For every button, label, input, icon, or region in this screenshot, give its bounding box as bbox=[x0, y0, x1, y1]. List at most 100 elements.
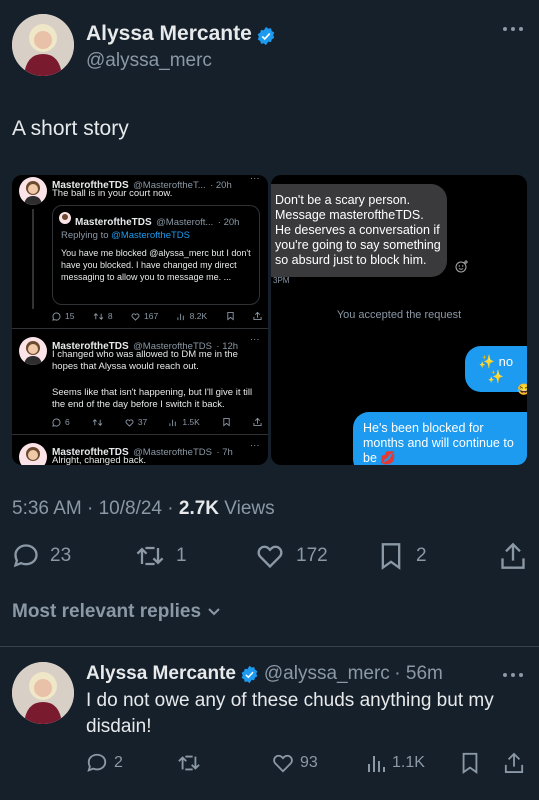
reply-author-avatar[interactable] bbox=[12, 662, 74, 724]
t2-views-metric: 1.5K bbox=[169, 417, 200, 427]
chevron-down-icon bbox=[208, 608, 220, 616]
t2-share-icon bbox=[253, 417, 262, 427]
tds-avatar-3 bbox=[19, 443, 47, 465]
reply-time[interactable]: · 56m bbox=[394, 663, 443, 684]
heart-icon bbox=[257, 545, 283, 569]
t1-views: 8.2K bbox=[189, 311, 208, 321]
t2-views: 1.5K bbox=[182, 417, 200, 427]
avatar-photo bbox=[12, 662, 74, 724]
like-button[interactable]: 172 bbox=[256, 542, 328, 570]
tweet1-time: · 20h bbox=[210, 180, 232, 191]
reply-button[interactable]: 23 bbox=[12, 542, 71, 570]
reply-header: Alyssa Mercante @alyssa_merc · 56m bbox=[86, 663, 443, 685]
reply-views-count: 1.1K bbox=[392, 754, 425, 771]
t1-reply-metric: 15 bbox=[52, 311, 74, 321]
thread-line bbox=[32, 209, 34, 309]
share-icon bbox=[501, 542, 525, 569]
views-label: Views bbox=[219, 498, 275, 519]
tweet1-metrics: 15 8 167 8.2K bbox=[52, 311, 262, 321]
repost-count: 1 bbox=[176, 545, 187, 566]
t2-reply-metric: 6 bbox=[52, 417, 70, 427]
author-name-row: Alyssa Mercante bbox=[86, 22, 276, 46]
t2-likes: 37 bbox=[137, 417, 148, 427]
quoted-tweet: MasteroftheTDS @Masteroft... · 20h Reply… bbox=[52, 205, 260, 305]
reply-author-handle[interactable]: @alyssa_merc bbox=[264, 663, 390, 684]
reply-more-options-icon[interactable] bbox=[502, 672, 524, 678]
add-reaction-icon bbox=[455, 259, 469, 273]
reply-reply-button[interactable]: 2 bbox=[86, 752, 123, 774]
tds-avatar-1 bbox=[19, 177, 47, 205]
reply-repost-button[interactable] bbox=[176, 752, 202, 774]
author-avatar[interactable] bbox=[12, 14, 74, 76]
bookmark-icon bbox=[381, 543, 401, 570]
t1-views-metric: 8.2K bbox=[177, 311, 208, 321]
reply-like-button[interactable]: 93 bbox=[272, 752, 318, 774]
bookmark-count: 2 bbox=[416, 545, 427, 566]
post-timestamp[interactable]: 5:36 AM · 10/8/24 · bbox=[12, 498, 179, 519]
reply-bookmark-button[interactable] bbox=[461, 752, 479, 774]
author-handle[interactable]: @alyssa_merc bbox=[86, 50, 212, 72]
author-name[interactable]: Alyssa Mercante bbox=[86, 22, 252, 45]
views-icon bbox=[177, 313, 184, 320]
views-count: 2.7K bbox=[178, 498, 220, 519]
repost-button[interactable]: 1 bbox=[134, 542, 187, 570]
share-button[interactable] bbox=[500, 542, 526, 570]
attached-image-left[interactable]: MasteroftheTDS @MasteroftheT... · 20h ··… bbox=[12, 175, 268, 465]
reaction-emoji: 😂 bbox=[517, 384, 527, 396]
more-options-icon[interactable] bbox=[502, 26, 524, 32]
replying-handle: @MasteroftheTDS bbox=[111, 230, 190, 241]
t1-bookmark-icon bbox=[226, 311, 235, 321]
t1-repost-metric: 8 bbox=[93, 311, 113, 321]
reply-icon bbox=[87, 753, 107, 772]
quoted-name: MasteroftheTDS bbox=[75, 217, 152, 228]
reply-reply-count: 2 bbox=[114, 754, 123, 771]
reply-share-button[interactable] bbox=[504, 752, 524, 774]
reply-author-name[interactable]: Alyssa Mercante bbox=[86, 663, 236, 684]
reply-icon bbox=[13, 544, 38, 568]
reply-verified-badge-icon bbox=[240, 665, 259, 684]
repost-icon bbox=[136, 546, 164, 566]
outgoing-message-2: He's been blocked for months and will co… bbox=[353, 412, 527, 465]
verified-badge-icon bbox=[256, 26, 276, 46]
replies-sort-toggle[interactable]: Most relevant replies bbox=[12, 601, 221, 623]
attached-image-right[interactable]: Don't be a scary person. Message mastero… bbox=[271, 175, 527, 465]
tweet3-text: Alright, changed back. bbox=[52, 455, 147, 465]
bookmark-icon bbox=[462, 752, 478, 774]
quoted-time: · 20h bbox=[217, 217, 240, 228]
t2-repost-icon bbox=[92, 418, 103, 427]
repost-icon bbox=[178, 755, 200, 771]
replies-header: Most relevant replies bbox=[12, 601, 202, 622]
tds-avatar-2 bbox=[19, 337, 47, 365]
section-divider bbox=[0, 646, 539, 647]
like-count: 172 bbox=[296, 545, 328, 566]
bookmark-button[interactable]: 2 bbox=[380, 542, 427, 570]
post-text: A short story bbox=[12, 117, 129, 140]
t2-replies: 6 bbox=[65, 417, 70, 427]
reply-text: I do not owe any of these chuds anything… bbox=[86, 690, 494, 737]
tweet3-time: · 7h bbox=[216, 447, 233, 458]
tweet2-text2: Seems like that isn't happening, but I'l… bbox=[52, 387, 253, 410]
tweet1-text: The ball is in your court now. bbox=[52, 188, 173, 199]
tweet2-text1: I changed who was allowed to DM me in th… bbox=[52, 349, 238, 372]
accepted-notice: You accepted the request bbox=[336, 309, 462, 321]
share-icon bbox=[504, 752, 524, 773]
tweet3-more-icon: ··· bbox=[250, 440, 260, 451]
heart-icon bbox=[273, 754, 293, 773]
t1-replies: 15 bbox=[65, 311, 75, 321]
reply-count: 23 bbox=[50, 545, 72, 566]
tweet1-more-icon: ··· bbox=[250, 175, 260, 184]
reply-views-button[interactable]: 1.1K bbox=[366, 752, 425, 774]
views-icon bbox=[368, 756, 385, 772]
quoted-text: You have me blocked @alyssa_merc but I d… bbox=[61, 248, 251, 282]
quoted-avatar bbox=[59, 212, 71, 224]
quoted-handle: @Masteroft... bbox=[156, 217, 214, 228]
message-time: 3PM bbox=[273, 276, 290, 285]
tweet2-metrics: 6 37 1.5K bbox=[52, 417, 262, 427]
t1-reposts: 8 bbox=[107, 311, 113, 321]
replying-prefix: Replying to bbox=[61, 230, 112, 241]
t1-share-icon bbox=[253, 311, 262, 321]
t1-likes: 167 bbox=[144, 311, 159, 321]
divider-2 bbox=[12, 434, 268, 435]
t2-like-metric: 37 bbox=[125, 417, 147, 427]
incoming-message: Don't be a scary person. Message mastero… bbox=[271, 184, 447, 277]
